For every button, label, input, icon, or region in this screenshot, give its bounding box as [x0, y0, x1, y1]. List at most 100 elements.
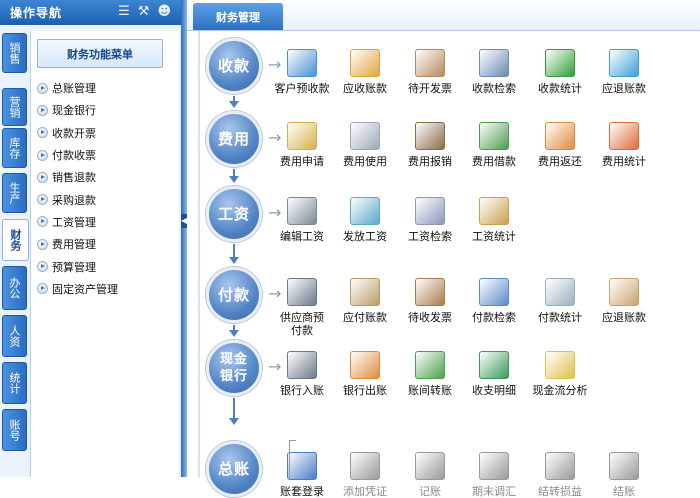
- function-item[interactable]: 工资检索: [397, 197, 463, 243]
- function-item[interactable]: 收支明细: [461, 351, 527, 397]
- flow-stage-circle[interactable]: 工资: [206, 186, 262, 242]
- function-item[interactable]: 添加凭证: [332, 452, 398, 498]
- function-label: 银行出账: [343, 384, 387, 397]
- function-label: 费用报销: [408, 155, 452, 168]
- function-item[interactable]: 账套登录: [269, 452, 335, 498]
- function-item[interactable]: 工资统计: [461, 197, 527, 243]
- expense-return-icon: [545, 122, 575, 150]
- function-label: 应收账款: [343, 82, 387, 95]
- flow-stage-circle[interactable]: 现金 银行: [206, 340, 262, 396]
- nav-tab[interactable]: 库存: [2, 128, 27, 168]
- menu-item[interactable]: 费用管理: [37, 233, 118, 255]
- function-label: 工资统计: [472, 230, 516, 243]
- function-item[interactable]: 记账: [397, 452, 463, 498]
- function-item[interactable]: 发放工资: [332, 197, 398, 243]
- down-arrow-icon: [229, 257, 239, 264]
- function-label: 费用申请: [280, 155, 324, 168]
- cashflow-detail-icon: [479, 351, 509, 379]
- menu-panel: 财务功能菜单 总账管理 现金银行 收款开票 付款收票 销售退款 采购退款 工资管理 费用管理预…: [30, 31, 179, 477]
- nav-tab[interactable]: 人资: [2, 315, 27, 357]
- function-item[interactable]: 供应商预付款: [269, 278, 335, 337]
- invoice-receive-icon: [415, 278, 445, 306]
- menu-item[interactable]: 现金银行: [37, 99, 118, 121]
- flow-stage-circle[interactable]: 总账: [206, 441, 262, 497]
- flow-stage-circle[interactable]: 付款: [206, 267, 262, 323]
- function-item[interactable]: 费用使用: [332, 122, 398, 168]
- nav-tab[interactable]: 销售: [2, 33, 27, 73]
- menu-item[interactable]: 销售退款: [37, 166, 118, 188]
- menu-item[interactable]: 预算管理: [37, 255, 118, 277]
- nav-tab[interactable]: 营销: [2, 88, 27, 126]
- function-item[interactable]: 结转损益: [527, 452, 593, 498]
- menu-item[interactable]: 总账管理: [37, 77, 118, 99]
- menu-item[interactable]: 工资管理: [37, 211, 118, 233]
- function-item[interactable]: 应付账款: [332, 278, 398, 324]
- nav-tab[interactable]: 生产: [2, 173, 27, 213]
- function-item[interactable]: 银行入账: [269, 351, 335, 397]
- arrow-bullet-icon: [37, 104, 48, 116]
- flow-stage-circle[interactable]: 费用: [206, 111, 262, 167]
- function-item[interactable]: 费用申请: [269, 122, 335, 168]
- menu-item[interactable]: 收款开票: [37, 122, 118, 144]
- function-item[interactable]: 编辑工资: [269, 197, 335, 243]
- function-label: 费用统计: [602, 155, 646, 168]
- function-item[interactable]: 费用返还: [527, 122, 593, 168]
- function-item[interactable]: 付款统计: [527, 278, 593, 324]
- function-item[interactable]: 付款检索: [461, 278, 527, 324]
- function-item[interactable]: 费用报销: [397, 122, 463, 168]
- nav-tools: ☰ ⚒ ☻: [118, 4, 171, 19]
- function-item[interactable]: 结账: [591, 452, 657, 498]
- function-item[interactable]: 银行出账: [332, 351, 398, 397]
- flow-stage-circle[interactable]: 收款: [206, 38, 262, 94]
- collapse-arrow-icon[interactable]: ◀: [181, 214, 187, 228]
- function-item[interactable]: 待收发票: [397, 278, 463, 324]
- function-label: 记账: [419, 485, 441, 498]
- function-item[interactable]: 应收账款: [332, 49, 398, 95]
- function-item[interactable]: 收款统计: [527, 49, 593, 95]
- function-label: 应退账款: [602, 311, 646, 324]
- nav-tab[interactable]: 办公: [2, 266, 27, 310]
- menu-item[interactable]: 固定资产管理: [37, 278, 118, 300]
- menu-item-label: 预算管理: [52, 260, 96, 274]
- nav-tab[interactable]: 账号: [2, 409, 27, 451]
- menu-item[interactable]: 采购退款: [37, 188, 118, 210]
- function-label: 工资检索: [408, 230, 452, 243]
- function-item[interactable]: 应退账款: [591, 278, 657, 324]
- function-item[interactable]: 客户预收款: [269, 49, 335, 95]
- function-label: 应付账款: [343, 311, 387, 324]
- arrow-bullet-icon: [37, 283, 48, 295]
- menu-item[interactable]: 付款收票: [37, 144, 118, 166]
- down-arrow-icon: [229, 176, 239, 183]
- menu-item-label: 采购退款: [52, 193, 96, 207]
- menu-item-label: 工资管理: [52, 215, 96, 229]
- nav-tab[interactable]: 统计: [2, 362, 27, 404]
- nav-header: 操作导航 ☰ ⚒ ☻: [0, 0, 181, 25]
- function-item[interactable]: 应退账款: [591, 49, 657, 95]
- function-item[interactable]: 期末调汇: [461, 452, 527, 498]
- pending-invoice-icon: [415, 49, 445, 77]
- nav-title: 操作导航: [10, 6, 63, 20]
- expense-use-icon: [350, 122, 380, 150]
- carry-forward-icon: [545, 452, 575, 480]
- function-label: 费用使用: [343, 155, 387, 168]
- panel-splitter[interactable]: [181, 0, 187, 477]
- customer-prepay-icon: [287, 49, 317, 77]
- function-item[interactable]: 费用统计: [591, 122, 657, 168]
- function-item[interactable]: 待开发票: [397, 49, 463, 95]
- function-item[interactable]: 收款检索: [461, 49, 527, 95]
- wrench-icon[interactable]: ⚒: [138, 4, 150, 19]
- list-icon[interactable]: ☰: [118, 4, 130, 19]
- nav-tab[interactable]: 财务: [2, 219, 29, 261]
- function-item[interactable]: 账间转账: [397, 351, 463, 397]
- function-item[interactable]: 现金流分析: [527, 351, 593, 397]
- flow-connector: [233, 244, 235, 257]
- function-label: 待收发票: [408, 311, 452, 324]
- user-icon[interactable]: ☻: [157, 4, 171, 19]
- function-label: 发放工资: [343, 230, 387, 243]
- supplier-prepay-icon: [287, 278, 317, 306]
- arrow-bullet-icon: [37, 194, 48, 206]
- function-label: 应退账款: [602, 82, 646, 95]
- tab-finance[interactable]: 财务管理: [193, 3, 283, 30]
- down-arrow-icon: [229, 101, 239, 108]
- function-item[interactable]: 费用借款: [461, 122, 527, 168]
